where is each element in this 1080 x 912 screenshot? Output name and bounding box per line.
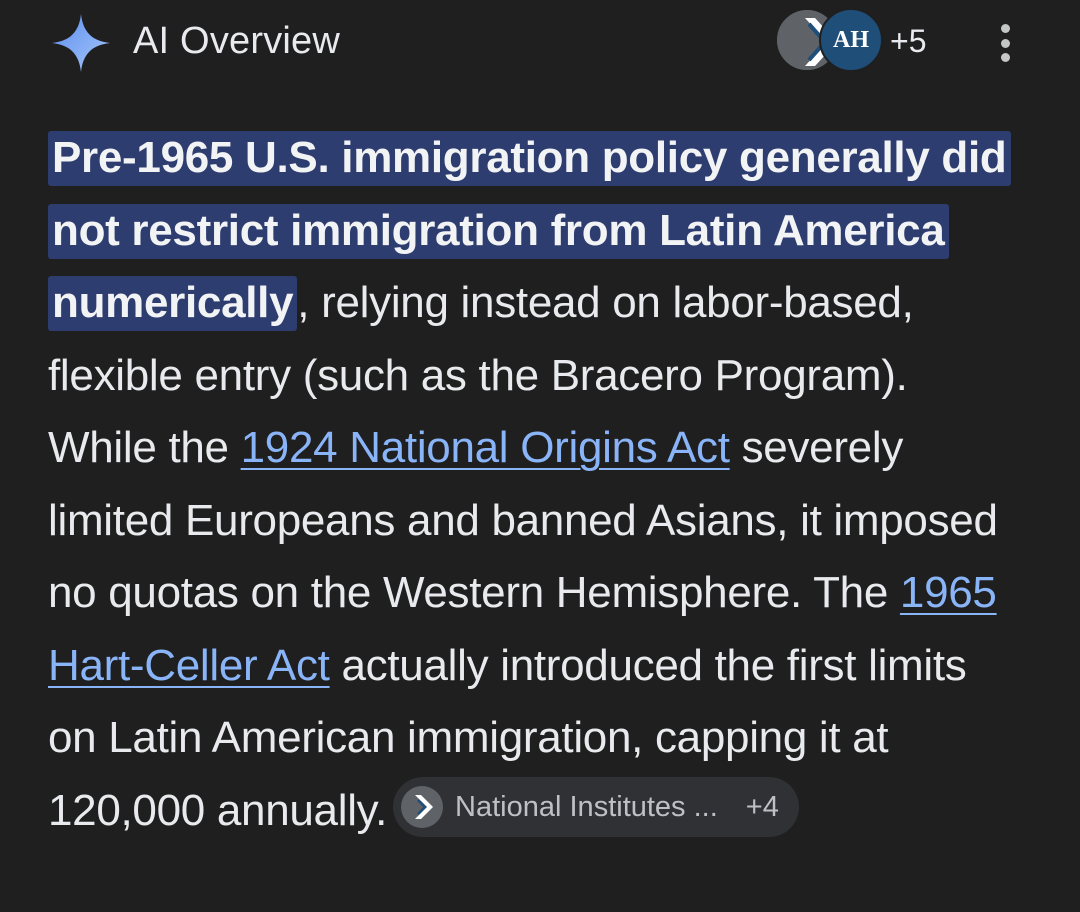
more-vert-icon-dot bbox=[1000, 38, 1010, 48]
citation-count: +4 bbox=[745, 790, 779, 823]
sparkle-icon bbox=[52, 14, 110, 72]
sources-avatars-button[interactable]: AH bbox=[775, 8, 885, 74]
citation-label: National Institutes ... bbox=[455, 790, 718, 823]
ai-overview-answer: Pre-1965 U.S. immigration policy general… bbox=[48, 122, 1011, 847]
source-avatar-ah-label: AH bbox=[833, 26, 869, 53]
more-vert-icon bbox=[1000, 24, 1010, 33]
ai-overview-panel: AI Overview AH +5 Pre-1965 U.S. immigrat… bbox=[0, 0, 1080, 912]
source-avatar-ah: AH bbox=[819, 8, 883, 72]
more-vert-icon-dot bbox=[1000, 53, 1010, 62]
chevron-logo-icon bbox=[401, 785, 444, 828]
more-options-button[interactable] bbox=[985, 20, 1025, 66]
link-1924-national-origins-act[interactable]: 1924 National Origins Act bbox=[241, 423, 730, 472]
citation-chip[interactable]: National Institutes ... +4 bbox=[393, 776, 799, 837]
sources-count[interactable]: +5 bbox=[890, 20, 926, 62]
ai-overview-header: AI Overview AH +5 bbox=[0, 0, 1080, 90]
ai-overview-title: AI Overview bbox=[133, 20, 341, 62]
